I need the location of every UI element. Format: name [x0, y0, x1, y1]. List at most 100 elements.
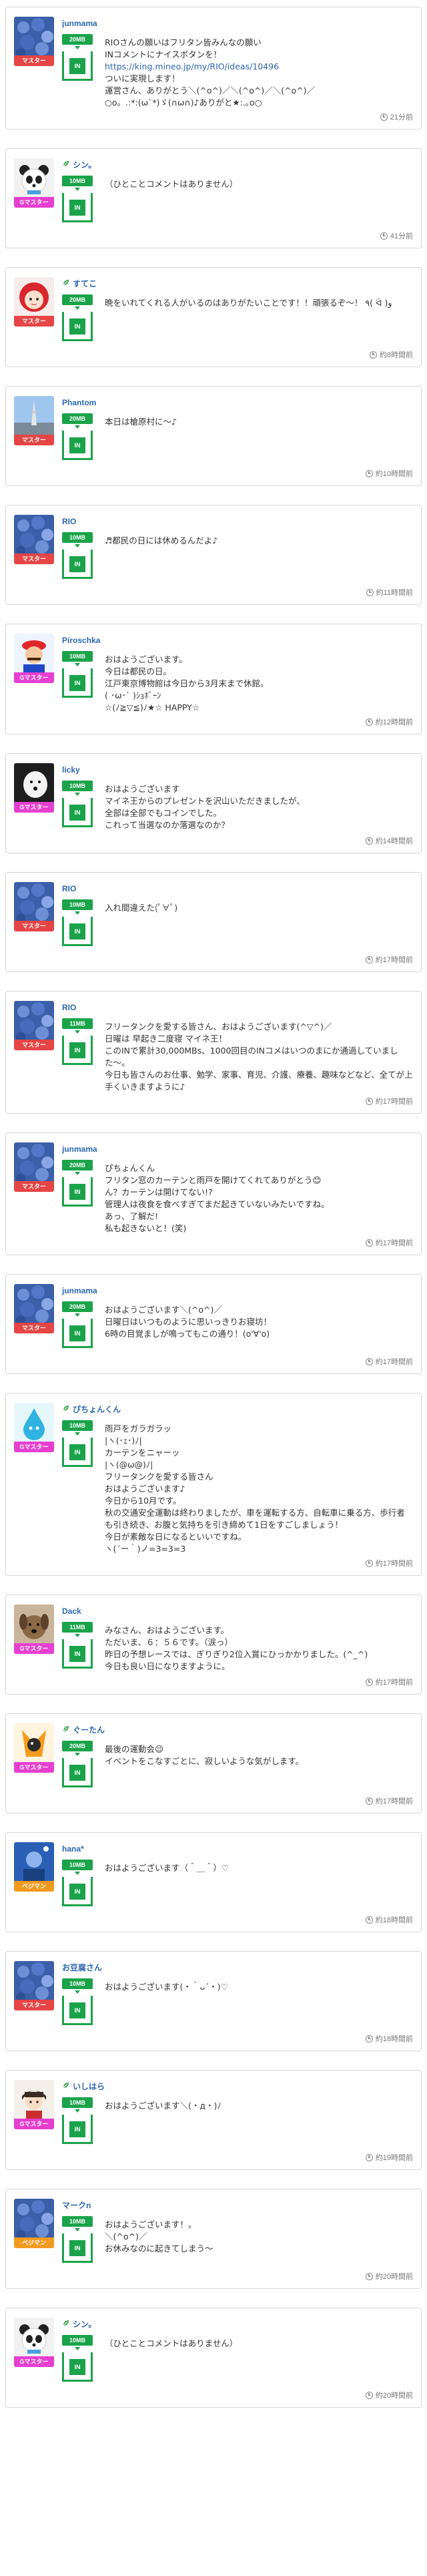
user-name-link[interactable]: いしはら: [62, 2081, 413, 2092]
in-amount-badge: 11MB: [62, 1018, 93, 1029]
comment-line: ♬都民の日には休めるんだよ♪: [105, 535, 218, 546]
post-time: 41分前: [380, 230, 413, 241]
avatar[interactable]: [14, 634, 54, 674]
in-gauge: 10MB IN: [62, 1978, 97, 2025]
avatar[interactable]: [14, 1142, 54, 1183]
user-name-link[interactable]: Dack: [62, 1606, 413, 1617]
comment-text: 最後の運動会😉 イベントをこなすごとに、寂しいような気がします。: [97, 1741, 413, 1767]
comment-link[interactable]: https://king.mineo.jp/my/RIO/ideas/10496: [105, 61, 279, 71]
user-name: いしはら: [73, 2082, 105, 2091]
in-amount-badge: 10MB: [62, 781, 93, 791]
avatar[interactable]: [14, 277, 54, 317]
user-name-link[interactable]: junmama: [62, 1144, 413, 1154]
user-name-link[interactable]: シン。: [62, 160, 413, 170]
comment-line: 本日は槍原村に〜♪: [105, 417, 177, 427]
user-name-link[interactable]: ぐーたん: [62, 1725, 413, 1735]
post-time: 約17時間前: [365, 1677, 413, 1687]
in-amount-badge: 20MB: [62, 1160, 93, 1170]
user-name-link[interactable]: Piroschka: [62, 635, 413, 646]
avatar[interactable]: [14, 1284, 54, 1324]
comment-text: おはようございます！。 ＼(^o^)／ お休みなのに起きてしまう〜: [97, 2216, 413, 2255]
clock-icon: [365, 1357, 373, 1365]
in-amount-badge: 10MB: [62, 1978, 93, 1989]
in-gauge: 11MB IN: [62, 1018, 97, 1065]
in-label: IN: [69, 923, 85, 939]
tank-icon: IN: [62, 1996, 93, 2025]
in-comment-card: マスター お豆腐さん 10MB IN おはようございます(・｀ᴗ´・)♡ 約18時間前: [5, 1951, 422, 2051]
in-comment-card: マスター Phantom 20MB IN 本日は槍原村に〜♪ 約10時間前: [5, 386, 422, 486]
comment-text: みなさん、おはようございます。 ただいま、６：５６です。（涙っ） 昨日の予想レー…: [97, 1622, 413, 1673]
user-name-link[interactable]: junmama: [62, 1285, 413, 1296]
in-gauge: 20MB IN: [62, 1160, 97, 1207]
comment-line: 入れ間違えた(ﾟ∀ﾟ): [105, 903, 178, 913]
in-comment-feed: マスター junmama 20MB IN RIOさんの願いはフリタン皆みんなの願い IN…: [0, 0, 427, 2408]
avatar[interactable]: [14, 2199, 54, 2239]
avatar[interactable]: [14, 515, 54, 555]
avatar[interactable]: [14, 1001, 54, 1041]
clock-icon: [365, 837, 373, 845]
user-name-link[interactable]: licky: [62, 765, 413, 775]
avatar[interactable]: [14, 17, 54, 57]
user-name-link[interactable]: RIO: [62, 1002, 413, 1013]
user-name-link[interactable]: マークn: [62, 2200, 413, 2211]
comment-line: おはようございます(・｀ᴗ´・)♡: [105, 1982, 228, 1992]
user-column: ベジマン: [14, 2199, 62, 2248]
user-name-link[interactable]: シン。: [62, 2319, 413, 2330]
user-name-link[interactable]: ぴちょんくん: [62, 1404, 413, 1415]
avatar[interactable]: [14, 1403, 54, 1443]
in-comment-card: Gマスター Dack 11MB IN みなさん、おはようございます。 ただいま、６：５６…: [5, 1594, 422, 1695]
tank-icon: IN: [62, 1438, 93, 1467]
leaf-icon: [62, 2081, 73, 2092]
avatar[interactable]: [14, 158, 54, 198]
user-name-link[interactable]: junmama: [62, 18, 413, 29]
post-body: いしはら 10MB IN おはようございます＼(・д・)ﾉ: [62, 2080, 413, 2144]
avatar[interactable]: [14, 1842, 54, 1882]
user-name-link[interactable]: RIO: [62, 883, 413, 894]
clock-icon: [365, 1678, 373, 1686]
post-body: junmama 20MB IN RIOさんの願いはフリタン皆みんなの願い INコメント…: [62, 17, 413, 109]
avatar[interactable]: [14, 1723, 54, 1763]
tank-icon: IN: [62, 312, 93, 341]
in-label: IN: [69, 318, 85, 335]
in-label: IN: [69, 1646, 85, 1662]
clock-icon: [365, 1797, 373, 1805]
in-label: IN: [69, 2240, 85, 2256]
post-time: 約20時間前: [365, 2390, 413, 2400]
comment-text: 入れ間違えた(ﾟ∀ﾟ): [97, 899, 413, 914]
in-gauge: 10MB IN: [62, 532, 97, 579]
down-arrow-icon: [62, 910, 93, 917]
time-text: 約17時間前: [375, 1560, 413, 1568]
comment-text: （ひとことコメントはありません）: [97, 2335, 413, 2350]
avatar[interactable]: [14, 2080, 54, 2120]
rank-badge: Gマスター: [14, 2356, 54, 2367]
avatar[interactable]: [14, 1961, 54, 2001]
post-body: シン。 10MB IN （ひとことコメントはありません）: [62, 2318, 413, 2382]
post-body: Piroschka 10MB IN おはようございます。 今日は都民の日。 江戸東京博…: [62, 634, 413, 714]
user-column: Gマスター: [14, 1604, 62, 1654]
user-name-link[interactable]: Phantom: [62, 397, 413, 408]
down-arrow-icon: [62, 791, 93, 798]
post-time: 約11時間前: [366, 587, 413, 598]
user-name: junmama: [62, 1286, 97, 1295]
avatar[interactable]: [14, 882, 54, 922]
clock-icon: [365, 2272, 373, 2280]
rank-badge: Gマスター: [14, 1442, 54, 1452]
comment-text: おはようございます(・｀ᴗ´・)♡: [97, 1978, 413, 1993]
avatar[interactable]: [14, 763, 54, 803]
comment-text: おはようございます＼(^o^)／ 日曜日はいつものように思いっきりお寝坊！ 6時…: [97, 1301, 413, 1340]
time-text: 21分前: [390, 114, 413, 122]
user-name-link[interactable]: すてこ: [62, 278, 413, 289]
avatar[interactable]: [14, 396, 54, 436]
user-name-link[interactable]: hana*: [62, 1844, 413, 1854]
avatar[interactable]: [14, 2318, 54, 2358]
user-column: マスター: [14, 1142, 62, 1192]
in-gauge: 20MB IN: [62, 294, 97, 341]
rank-badge: Gマスター: [14, 672, 54, 683]
rank-badge: マスター: [14, 921, 54, 931]
avatar[interactable]: [14, 1604, 54, 1645]
user-name-link[interactable]: RIO: [62, 516, 413, 527]
in-gauge: 20MB IN: [62, 413, 97, 460]
user-name-link[interactable]: お豆腐さん: [62, 1962, 413, 1973]
leaf-icon: [62, 160, 73, 170]
tank-icon: IN: [62, 431, 93, 460]
